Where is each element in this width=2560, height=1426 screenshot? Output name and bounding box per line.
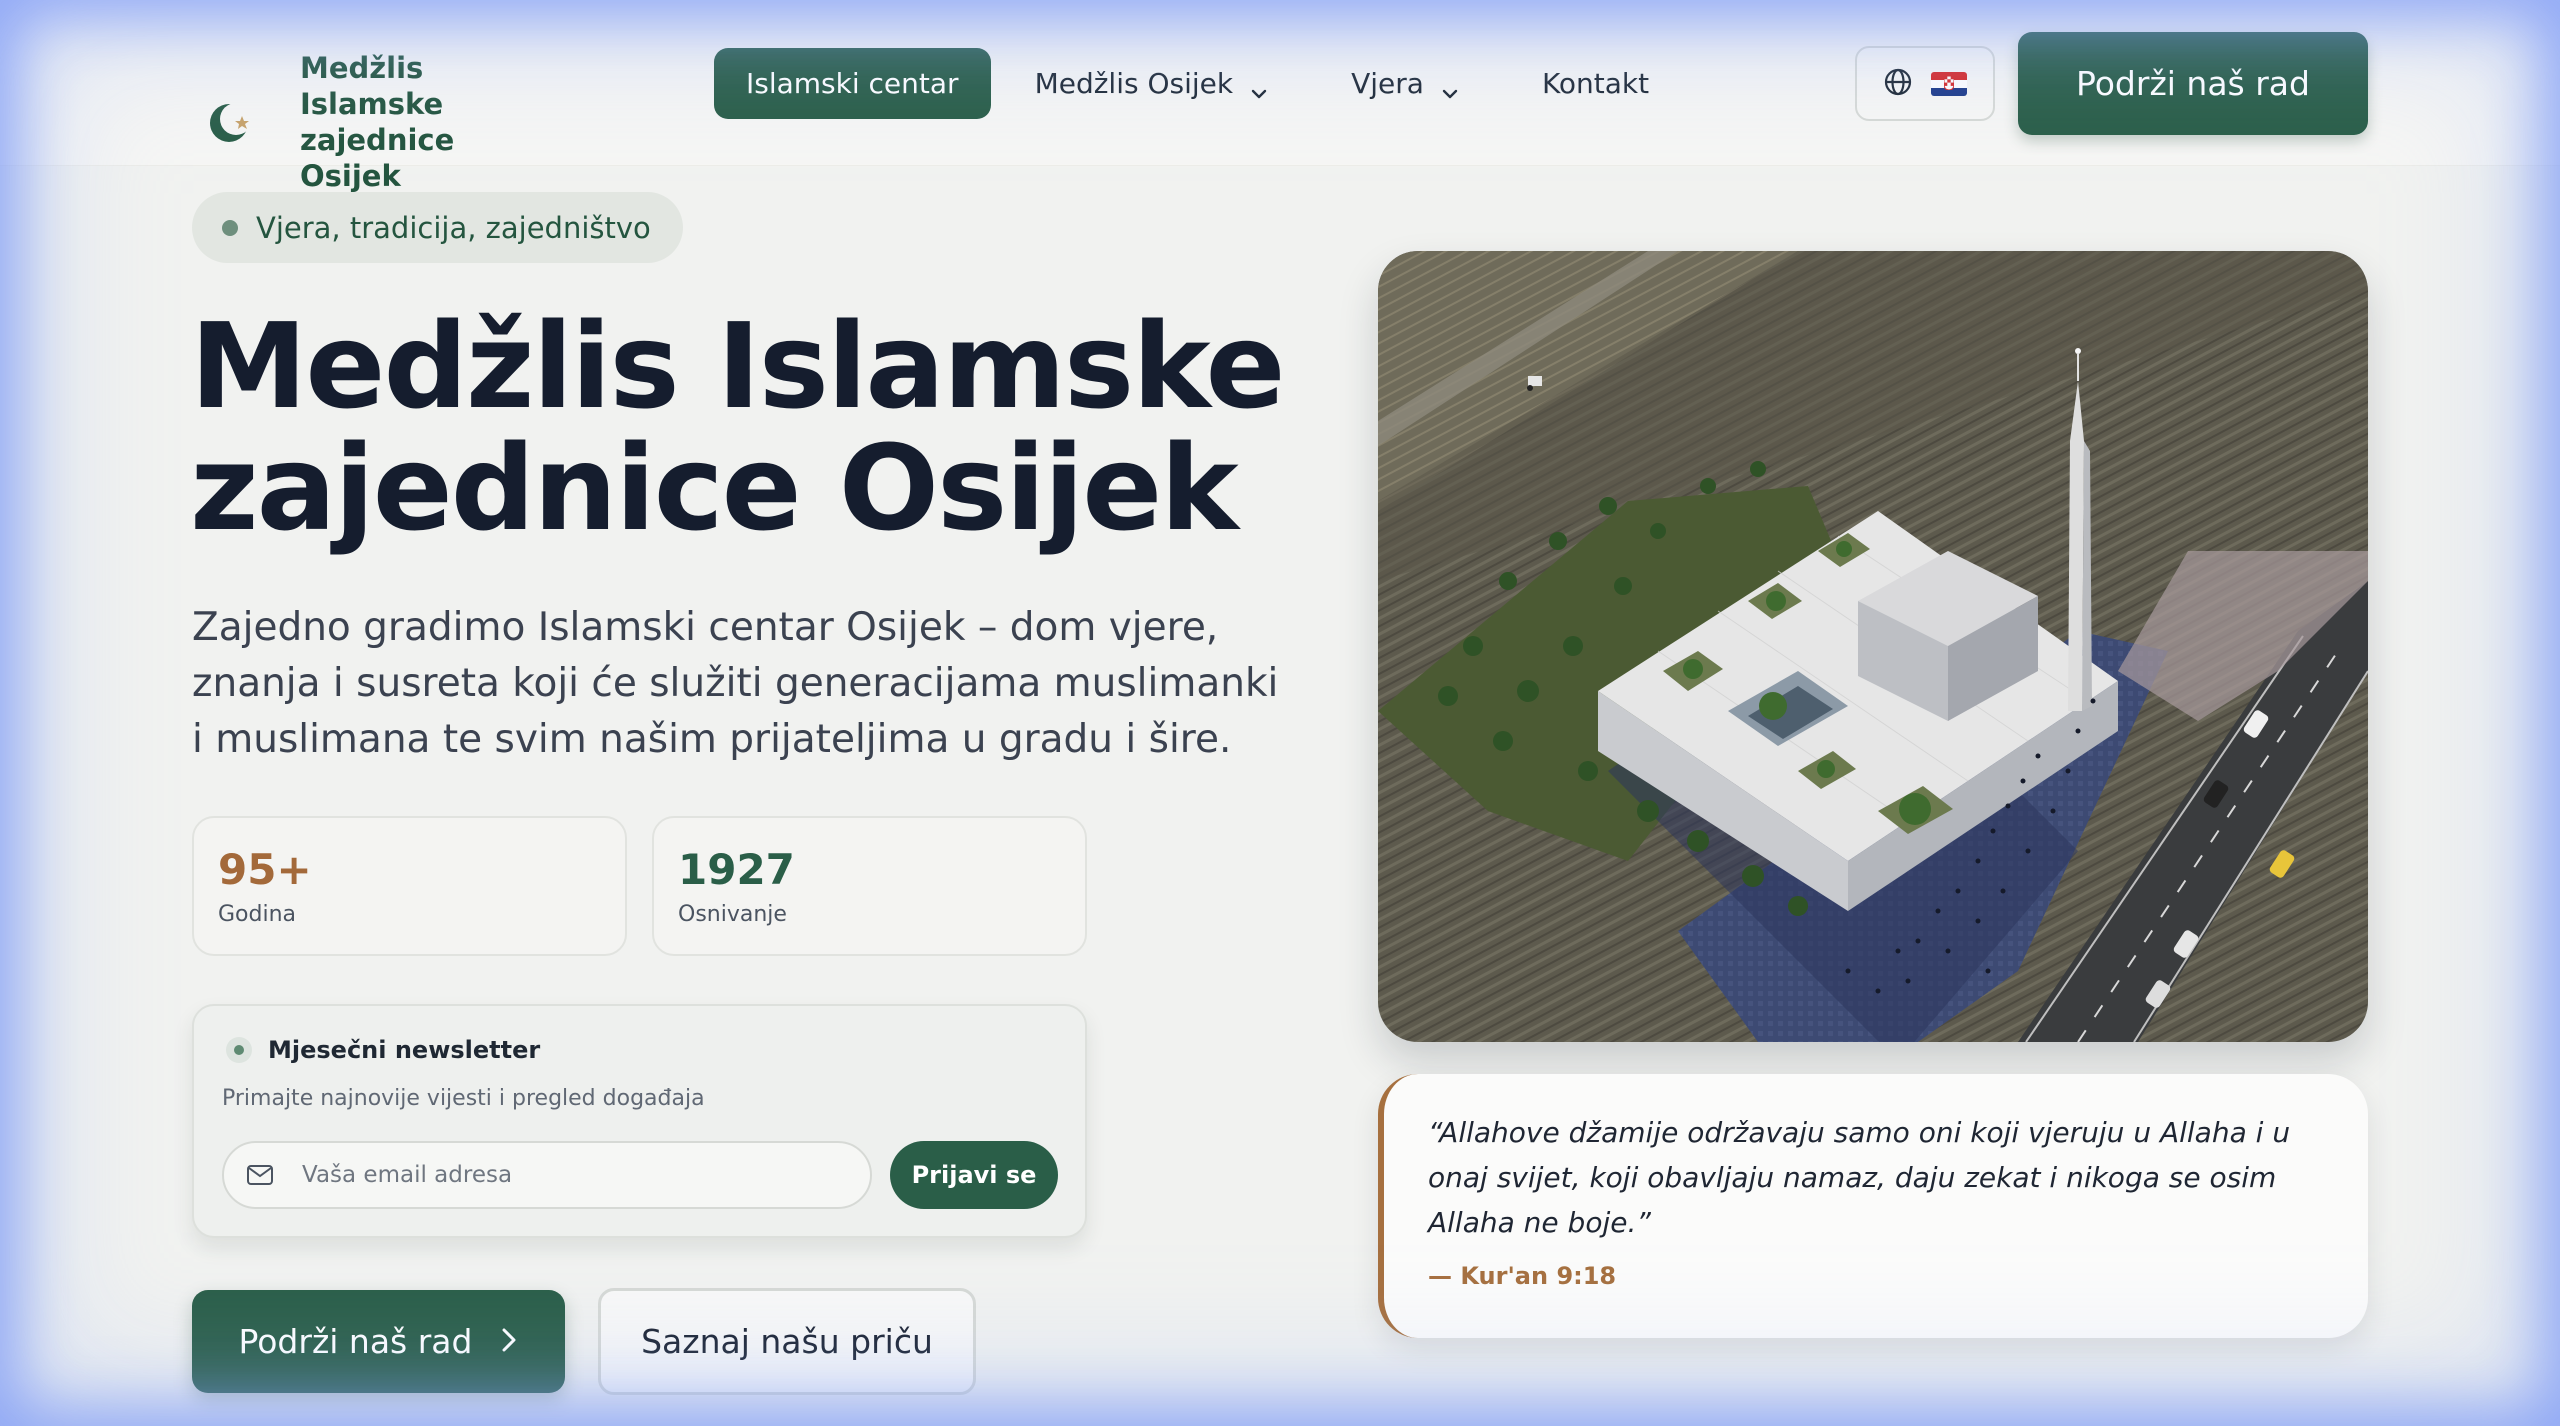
email-field[interactable]: Vaša email adresa (222, 1141, 872, 1209)
mosque-aerial-image (1378, 251, 2368, 1042)
quote-source: — Kur'an 9:18 (1428, 1262, 1617, 1290)
stat-value: 1927 (678, 845, 795, 894)
nav-item-islamski-centar[interactable]: Islamski centar (714, 48, 991, 119)
crescent-logo-icon (205, 97, 255, 147)
header-support-button[interactable]: Podrži naš rad (2018, 32, 2368, 135)
brand-name: Medžlis Islamske zajednice Osijek (300, 51, 455, 193)
globe-icon (1883, 67, 1913, 101)
main-nav: Islamski centar Medžlis Osijek Vjera Kon… (714, 48, 1681, 119)
stat-value: 95+ (218, 845, 312, 894)
stat-card-years: 95+ Godina (192, 816, 627, 956)
tagline-text: Vjera, tradicija, zajedništvo (256, 210, 651, 245)
nav-label: Kontakt (1541, 67, 1650, 100)
nav-label: Vjera (1351, 67, 1424, 100)
support-button-label: Podrži naš rad (238, 1322, 473, 1361)
page-title: Medžlis Islamske zajednice Osijek (190, 305, 1340, 549)
stat-label: Osnivanje (678, 902, 787, 927)
site-header: Medžlis Islamske zajednice Osijek Islams… (0, 0, 2560, 193)
nav-label: Islamski centar (746, 67, 959, 100)
support-button[interactable]: Podrži naš rad (192, 1290, 565, 1393)
hero-subtitle: Zajedno gradimo Islamski centar Osijek –… (192, 605, 1279, 762)
nav-item-medzlis-osijek[interactable]: Medžlis Osijek (1003, 48, 1300, 119)
nav-label: Medžlis Osijek (1034, 67, 1234, 100)
site-logo[interactable]: Medžlis Islamske zajednice Osijek (205, 50, 560, 194)
newsletter-header: Mjesečni newsletter (226, 1036, 540, 1064)
status-dot-icon (226, 1037, 252, 1063)
chevron-down-icon (1442, 76, 1458, 98)
our-story-button[interactable]: Saznaj našu priču (598, 1288, 976, 1395)
nav-item-kontakt[interactable]: Kontakt (1510, 48, 1681, 119)
quote-card: “Allahove džamije održavaju samo oni koj… (1378, 1074, 2368, 1338)
quote-text: “Allahove džamije održavaju samo oni koj… (1428, 1116, 2291, 1239)
nav-item-vjera[interactable]: Vjera (1319, 48, 1490, 119)
language-switcher[interactable] (1855, 46, 1995, 121)
newsletter-title: Mjesečni newsletter (268, 1036, 541, 1064)
title-line-1: Medžlis Islamske (190, 297, 1286, 435)
mail-icon (246, 1164, 274, 1186)
tagline-badge: Vjera, tradicija, zajedništvo (192, 192, 683, 263)
stat-card-founded: 1927 Osnivanje (652, 816, 1087, 956)
badge-dot (222, 219, 238, 236)
title-line-2: zajednice Osijek (190, 419, 1239, 557)
subscribe-button[interactable]: Prijavi se (890, 1141, 1058, 1209)
stat-label: Godina (218, 902, 297, 927)
newsletter-description: Primajte najnovije vijesti i pregled dog… (222, 1086, 705, 1111)
email-placeholder: Vaša email adresa (302, 1162, 513, 1188)
chevron-right-icon (500, 1322, 518, 1361)
croatian-flag-icon (1931, 71, 1967, 96)
chevron-down-icon (1251, 76, 1267, 98)
newsletter-card: Mjesečni newsletter Primajte najnovije v… (192, 1004, 1087, 1238)
